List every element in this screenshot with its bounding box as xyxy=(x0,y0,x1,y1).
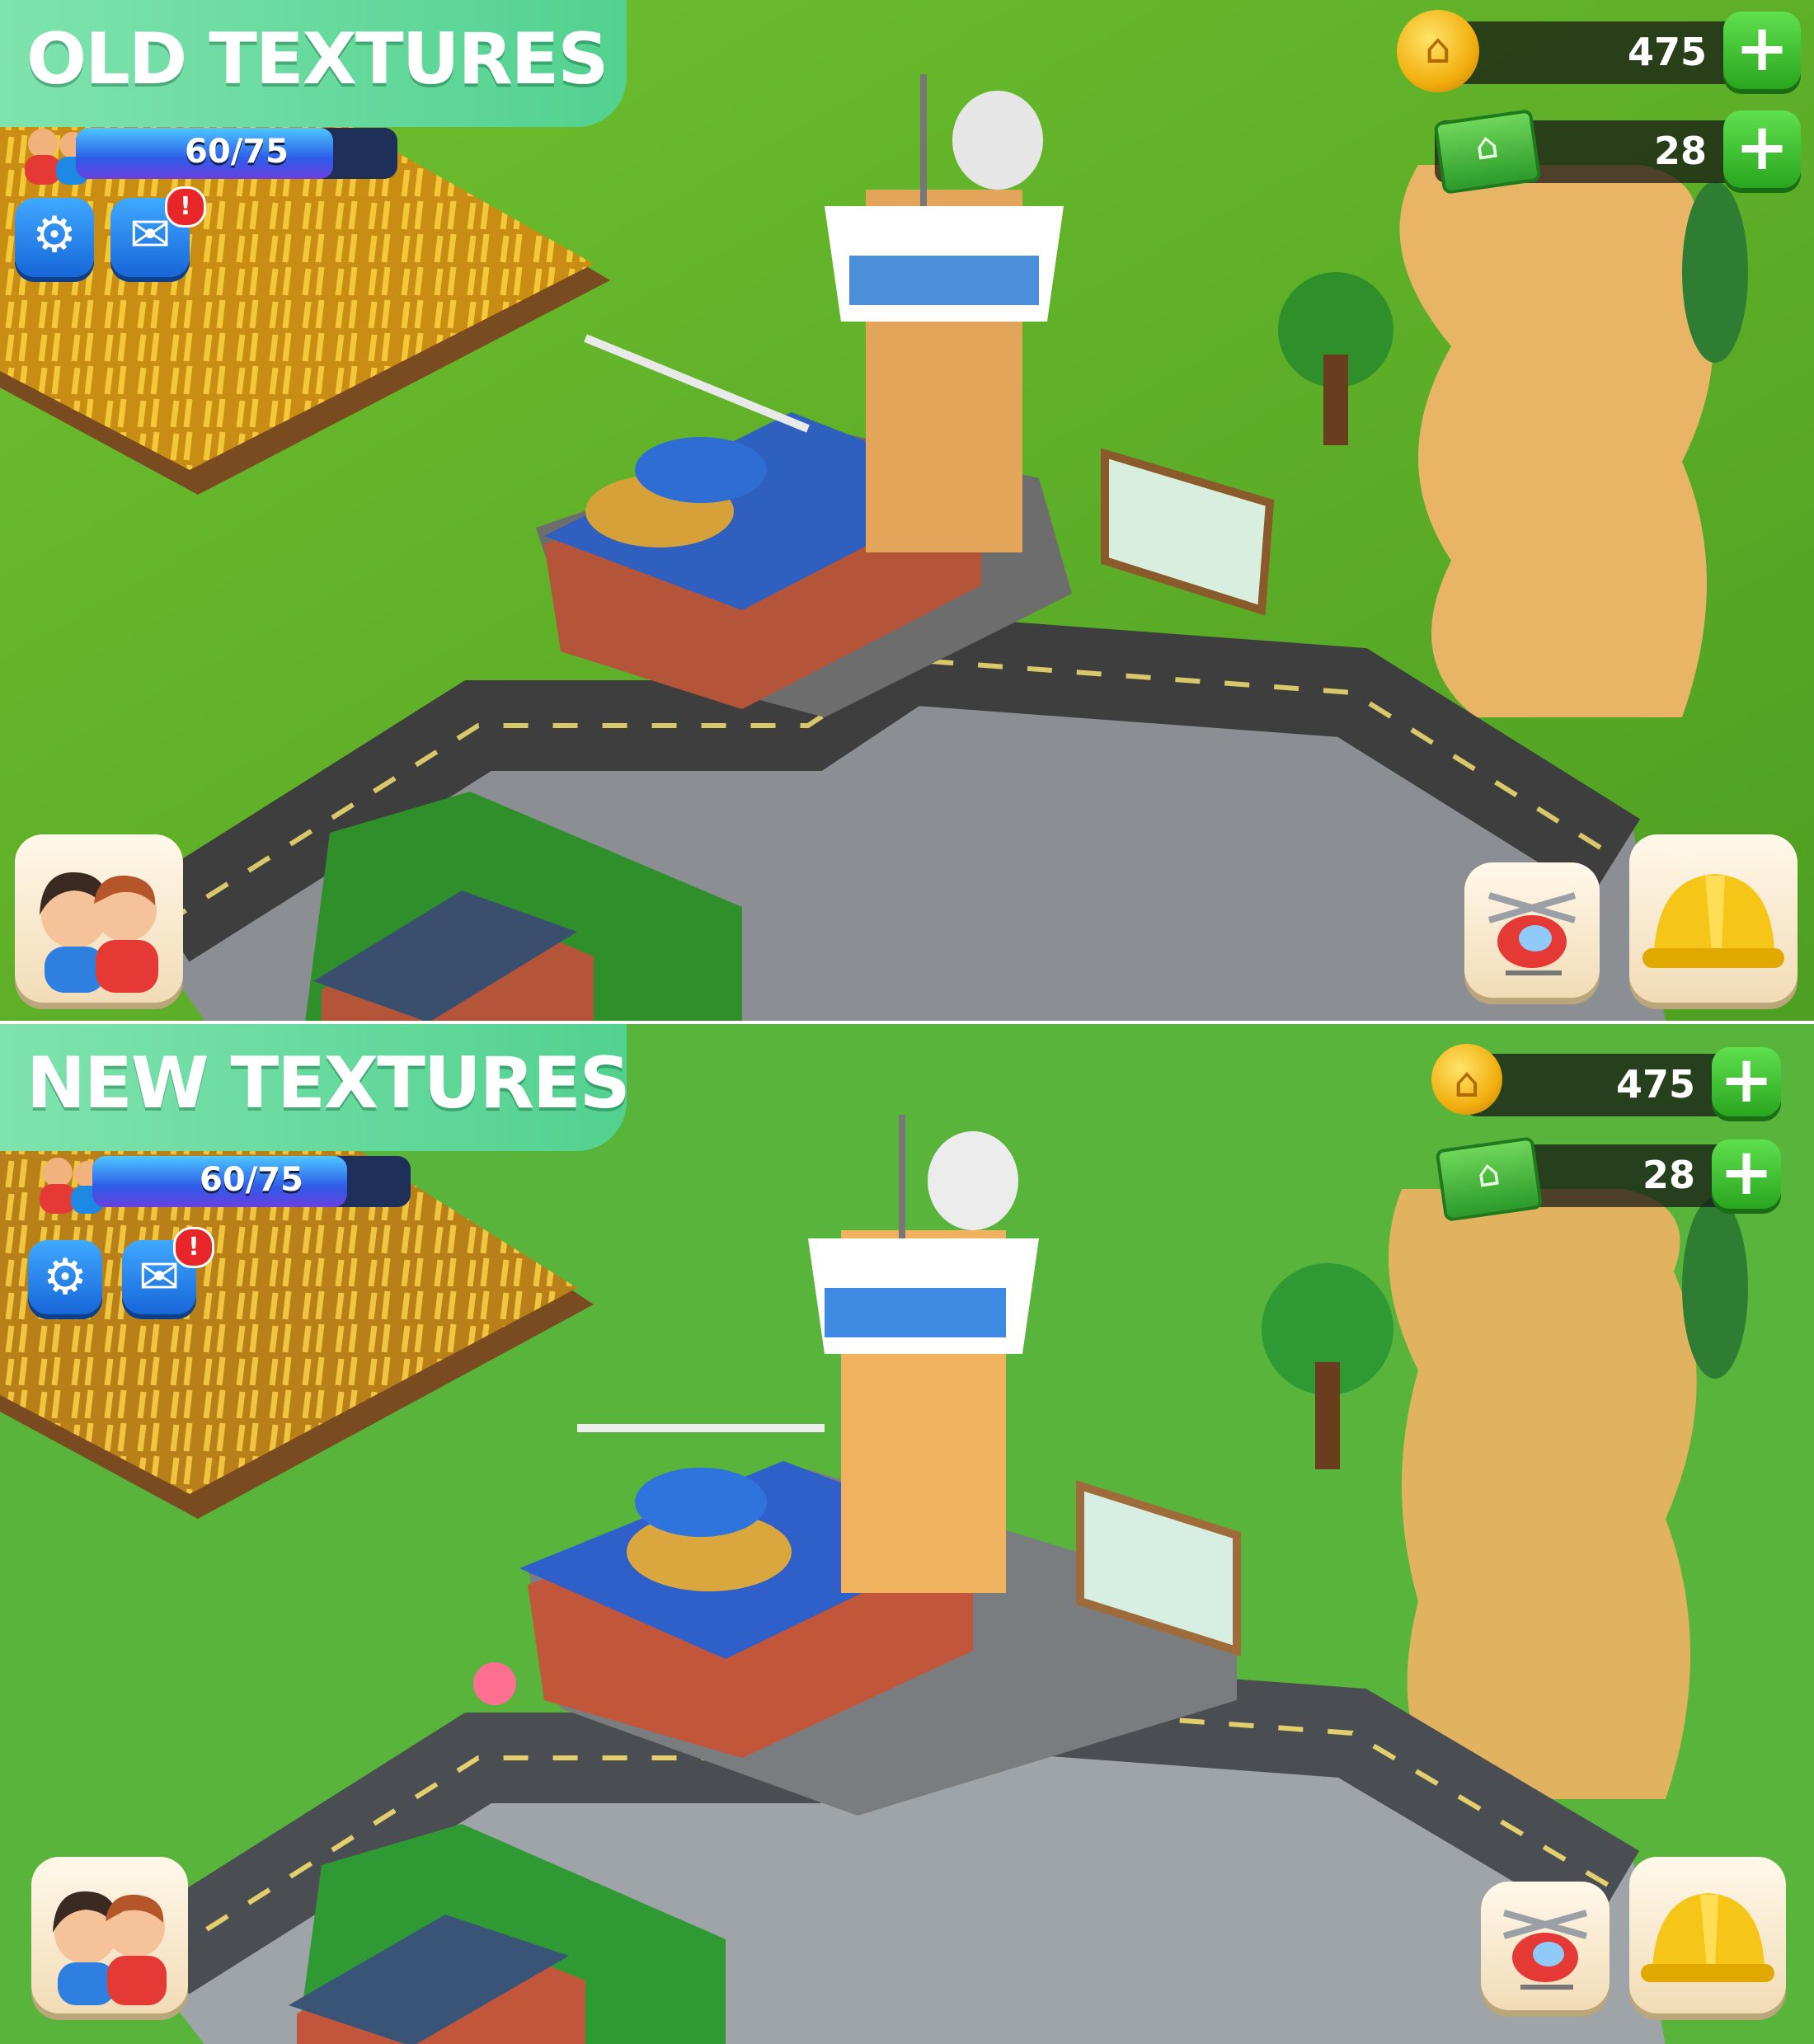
cash-value: 28 xyxy=(1653,129,1707,173)
xp-progress-bar[interactable]: 60/75 xyxy=(92,1156,411,1207)
balloons xyxy=(473,1662,516,1705)
plus-icon: + xyxy=(1719,1043,1774,1117)
build-button[interactable] xyxy=(1629,834,1798,1003)
radar-dish xyxy=(928,1131,1018,1230)
tower-windows xyxy=(825,1288,1006,1337)
add-cash-button[interactable]: + xyxy=(1723,110,1801,188)
build-button[interactable] xyxy=(1629,1857,1786,2013)
xp-progress-text: 60/75 xyxy=(185,133,289,171)
friends-icon xyxy=(53,1891,167,2005)
settings-button[interactable]: ⚙ xyxy=(28,1240,102,1314)
settings-button[interactable]: ⚙ xyxy=(15,198,94,277)
mail-button[interactable]: ✉ ! xyxy=(110,186,206,277)
banner-label: NEW TEXTURES xyxy=(26,1042,631,1125)
cypress-tree xyxy=(1682,1197,1748,1379)
gear-icon: ⚙ xyxy=(43,1248,87,1306)
coin-icon: ⌂ xyxy=(1397,10,1479,92)
coin-icon: ⌂ xyxy=(1431,1044,1502,1115)
cash-icon: ⌂ xyxy=(1433,109,1542,195)
helicopter-icon xyxy=(1502,1910,1588,1990)
dirt-path xyxy=(1399,165,1713,717)
plus-icon: + xyxy=(1735,12,1789,86)
mail-button[interactable]: ✉ ! xyxy=(122,1227,214,1314)
add-cash-button[interactable]: + xyxy=(1712,1139,1781,1209)
add-coins-button[interactable]: + xyxy=(1712,1047,1781,1116)
dirt-path xyxy=(1389,1189,1697,1799)
hard-hat-icon xyxy=(1641,1893,1774,1982)
friends-icon xyxy=(40,872,158,993)
tower-windows xyxy=(849,256,1039,305)
gear-icon: ⚙ xyxy=(32,206,77,264)
helicopter-button[interactable] xyxy=(1464,862,1600,998)
friends-button[interactable] xyxy=(15,834,183,1003)
old-textures-panel: OLD TEXTURES 60/75 ⚙ ✉ ! 475 ⌂ + 28 ⌂ + xyxy=(0,0,1814,1021)
helicopter[interactable] xyxy=(635,1468,767,1537)
mail-notification-badge: ! xyxy=(173,1227,214,1268)
radar-dish xyxy=(952,91,1043,190)
coins-value: 475 xyxy=(1627,30,1707,74)
textures-banner: OLD TEXTURES xyxy=(0,0,627,127)
plus-icon: + xyxy=(1735,110,1789,185)
cash-value: 28 xyxy=(1642,1153,1695,1197)
tree-trunk xyxy=(1323,355,1348,445)
friends-button[interactable] xyxy=(31,1857,188,2013)
plus-icon: + xyxy=(1719,1135,1774,1210)
coins-value: 475 xyxy=(1615,1062,1695,1107)
tree-trunk xyxy=(1315,1362,1340,1469)
helicopter[interactable] xyxy=(635,437,767,503)
add-coins-button[interactable]: + xyxy=(1723,12,1801,89)
cash-icon: ⌂ xyxy=(1435,1136,1544,1222)
helicopter-icon xyxy=(1487,892,1577,975)
cypress-tree xyxy=(1682,181,1748,363)
xp-progress-text: 60/75 xyxy=(200,1161,303,1199)
coins-counter: 475 xyxy=(1464,1054,1745,1116)
banner-label: OLD TEXTURES xyxy=(26,18,609,101)
hard-hat-icon xyxy=(1642,874,1784,968)
new-textures-panel: NEW TEXTURES 60/75 ⚙ ✉ ! 475 ⌂ + 28 ⌂ + xyxy=(0,1021,1814,2044)
helicopter-button[interactable] xyxy=(1481,1882,1610,2010)
xp-progress-bar[interactable]: 60/75 xyxy=(76,128,397,179)
textures-banner: NEW TEXTURES xyxy=(0,1024,631,1151)
mail-notification-badge: ! xyxy=(165,186,206,228)
